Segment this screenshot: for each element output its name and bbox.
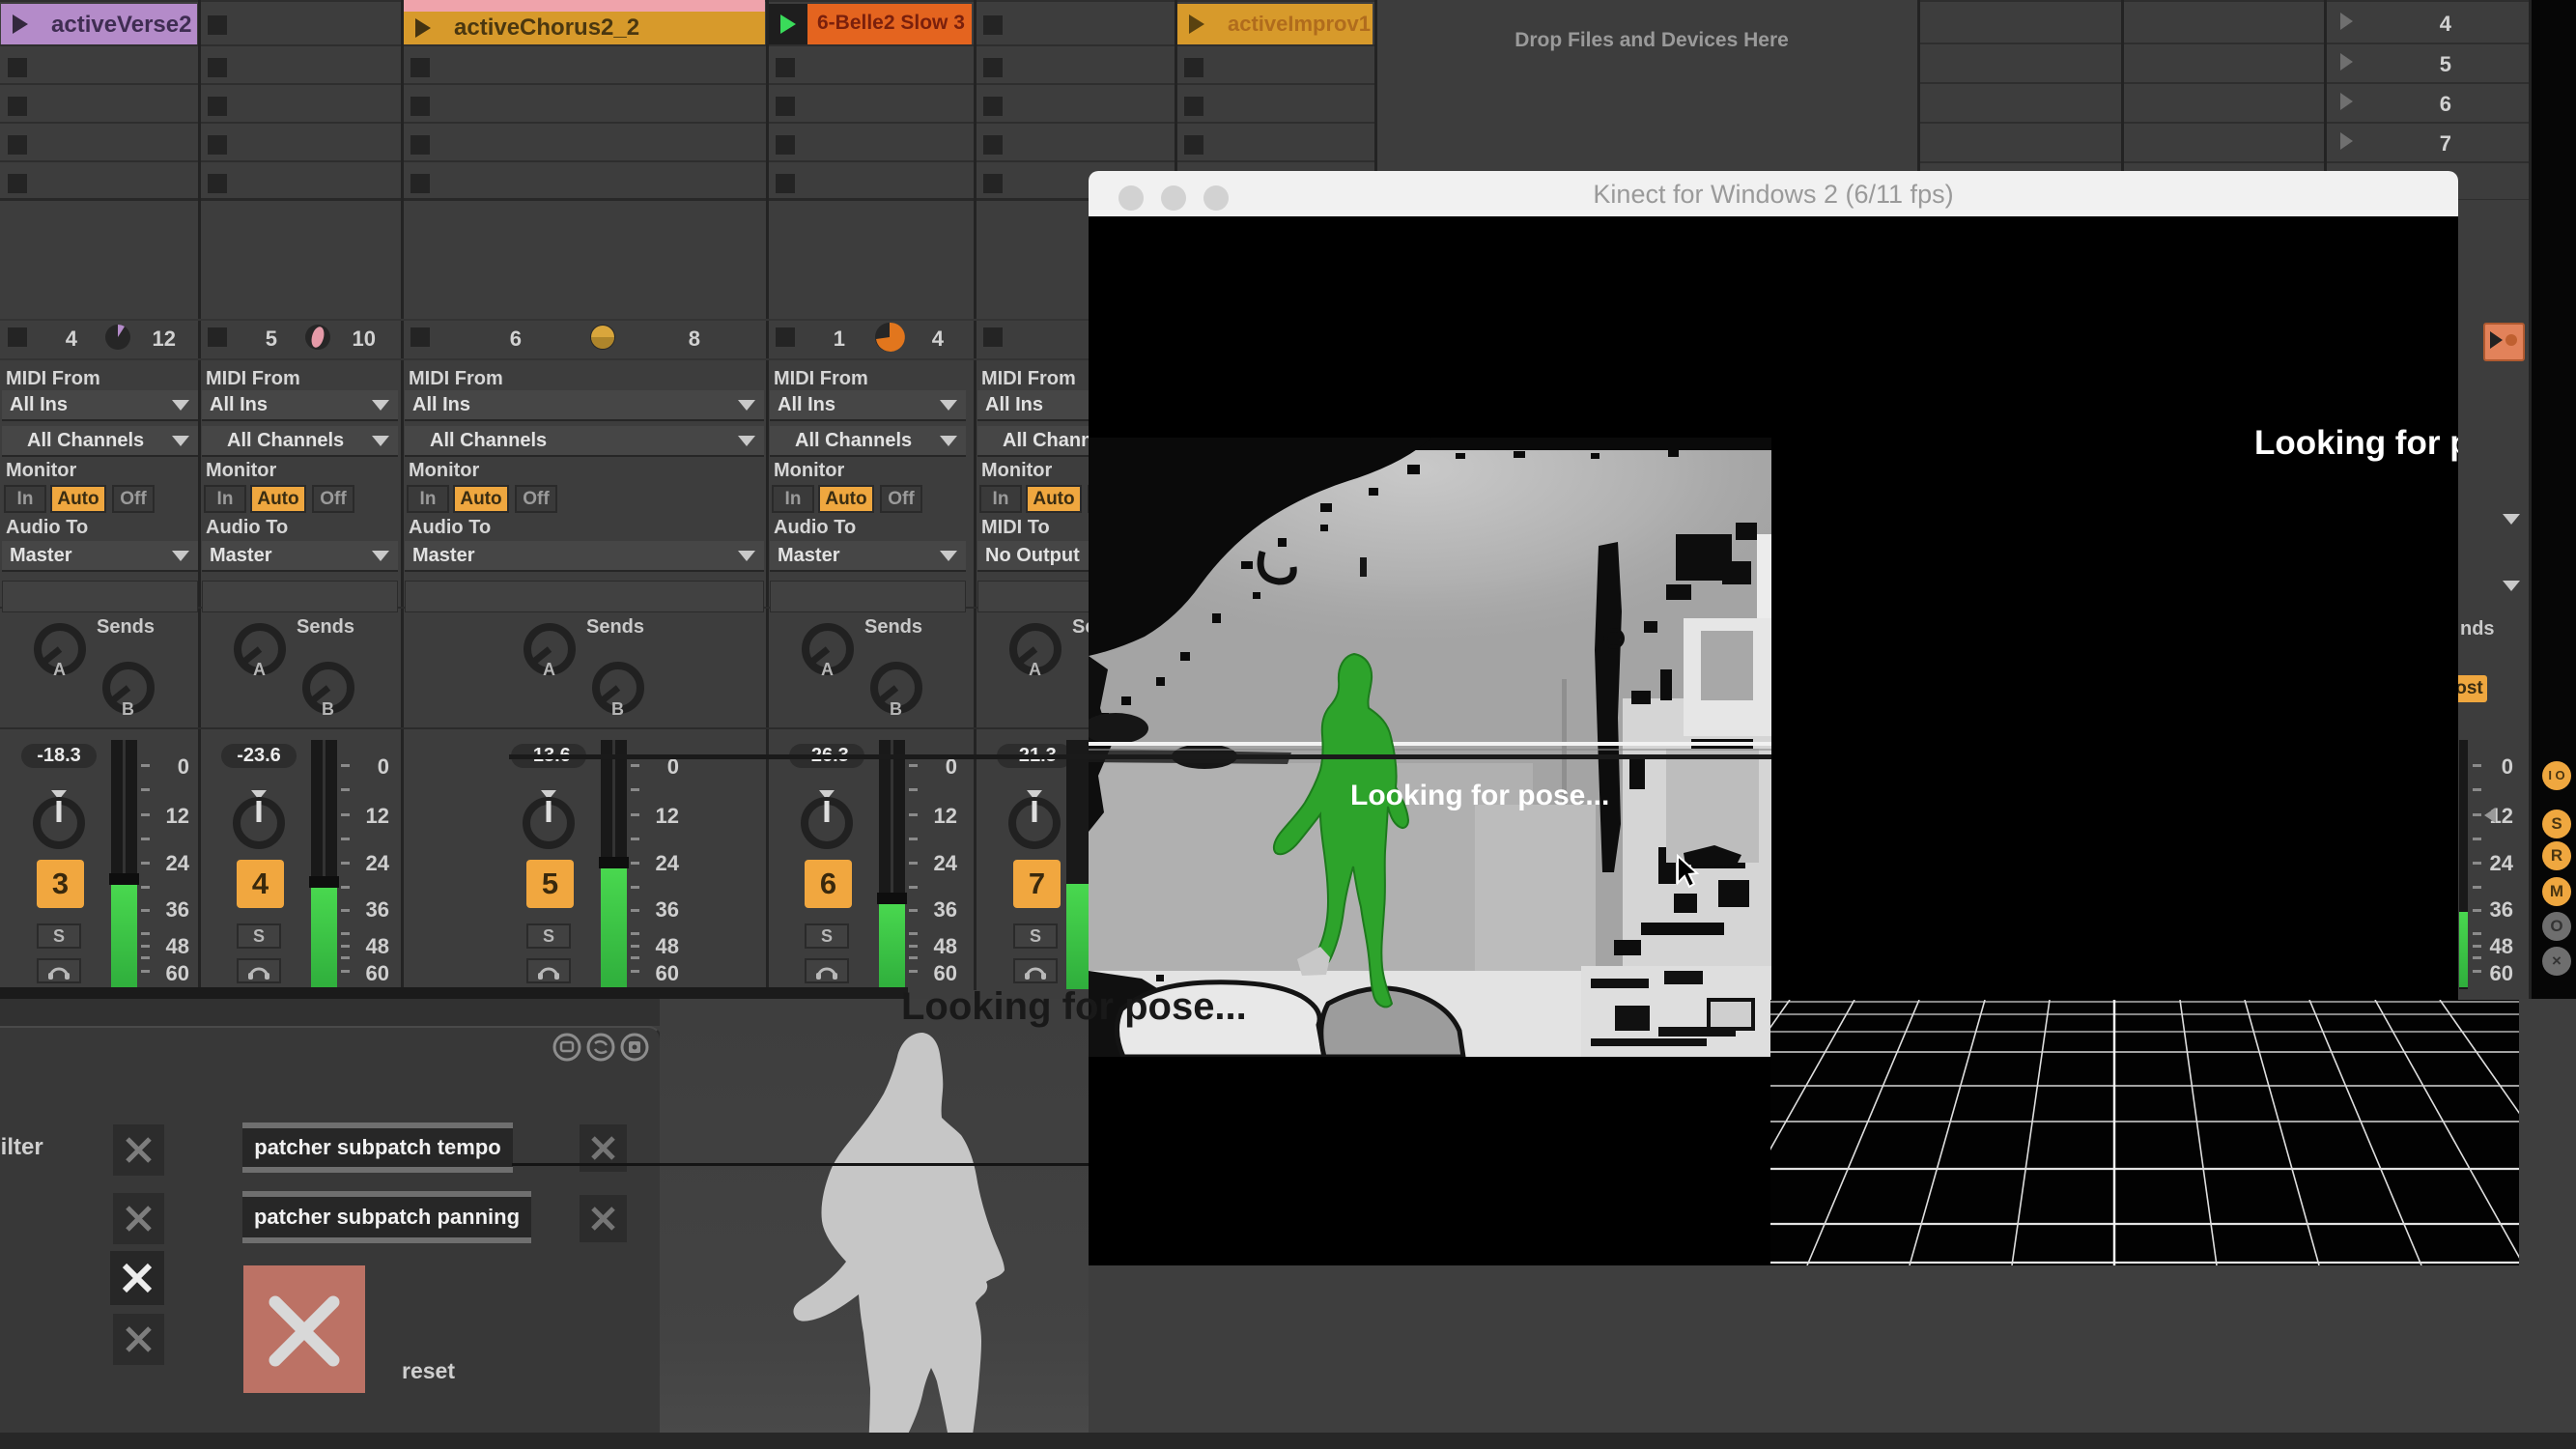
svg-text:Looking for pose...: Looking for pose... [1350,780,1609,811]
